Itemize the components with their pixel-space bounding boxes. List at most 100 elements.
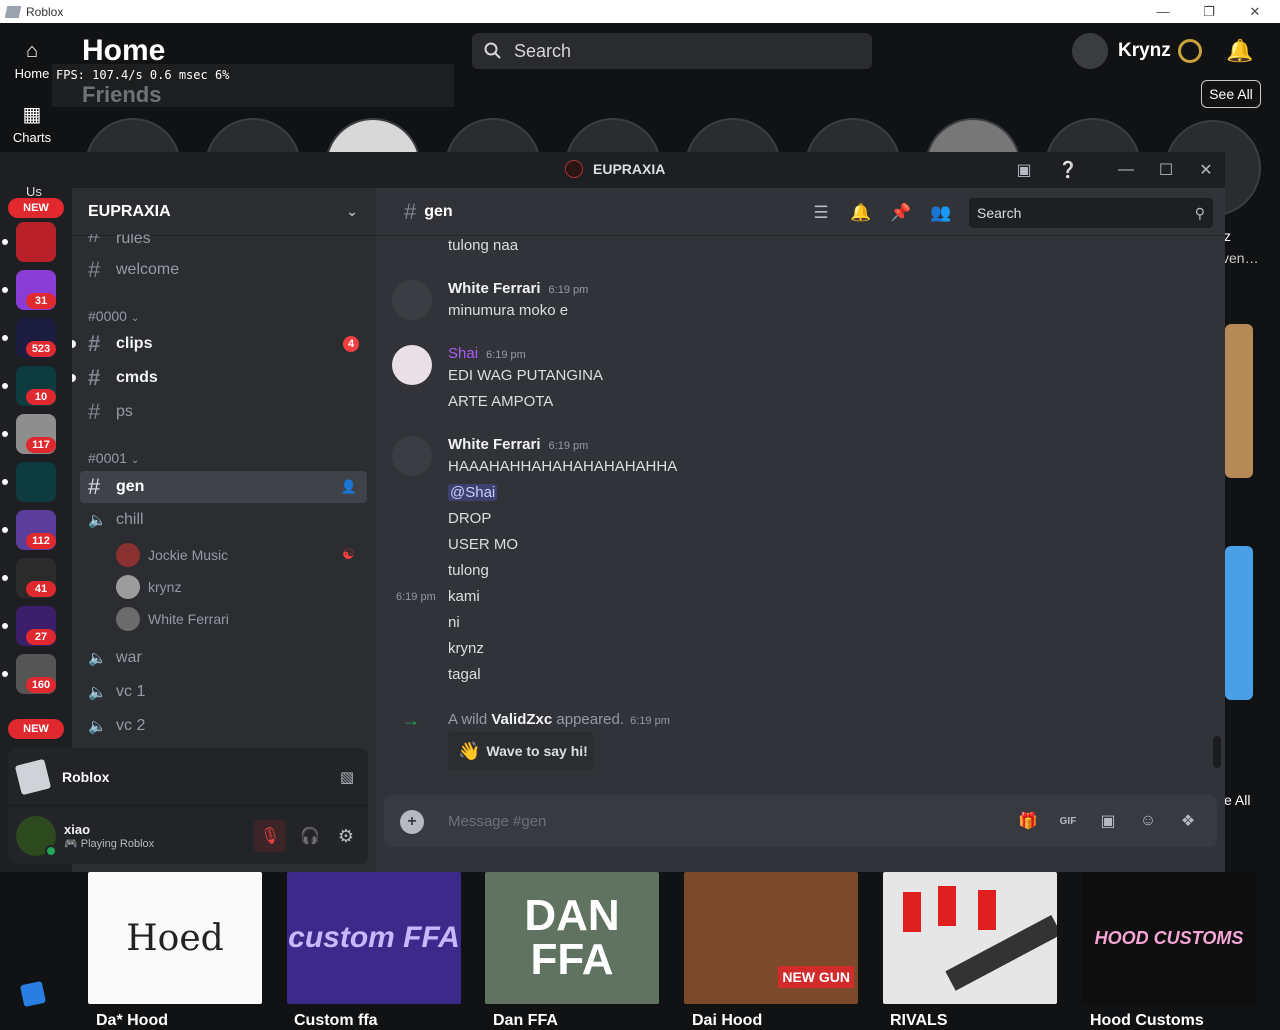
mute-mic-button[interactable]: 🎙 bbox=[254, 820, 286, 852]
server-icon[interactable] bbox=[16, 222, 56, 262]
message-timestamp: 6:19 pm bbox=[486, 349, 526, 361]
avatar[interactable] bbox=[392, 436, 432, 476]
category-0001[interactable]: #0001 ⌄ bbox=[88, 450, 139, 466]
discord-minimize-button[interactable]: — bbox=[1112, 158, 1140, 182]
roblox-logo-icon[interactable] bbox=[19, 980, 47, 1008]
apps-icon[interactable]: ❖ bbox=[1176, 810, 1200, 832]
wave-to-say-hi-button[interactable]: 👋 Wave to say hi! bbox=[448, 732, 594, 770]
message-author[interactable]: Shai bbox=[448, 345, 478, 362]
hash-icon: # bbox=[88, 474, 101, 499]
user-profile[interactable]: Krynz bbox=[1072, 33, 1171, 69]
join-message: A wild ValidZxc appeared. 6:19 pm bbox=[448, 711, 670, 728]
notifications-bell-icon[interactable]: 🔔 bbox=[1226, 38, 1253, 64]
online-status-icon bbox=[45, 845, 57, 857]
voice-channel-chill[interactable]: 🔈 chill bbox=[80, 504, 367, 536]
message-header: White Ferrari 6:19 pm bbox=[448, 280, 588, 297]
chat-scrollbar[interactable] bbox=[1213, 736, 1221, 768]
avatar[interactable] bbox=[1072, 33, 1108, 69]
robux-icon[interactable] bbox=[1178, 39, 1202, 63]
avatar[interactable] bbox=[392, 280, 432, 320]
close-button[interactable]: ✕ bbox=[1232, 0, 1278, 23]
game-name-3[interactable]: Dan FFA bbox=[493, 1012, 558, 1030]
game-tile-partial[interactable] bbox=[1225, 546, 1253, 700]
game-name-1[interactable]: Da* Hood bbox=[96, 1012, 168, 1030]
voice-user-jockie[interactable]: Jockie Music bbox=[116, 541, 228, 569]
server-header[interactable]: EUPRAXIA ⌄ bbox=[72, 188, 376, 236]
channel-ps[interactable]: # ps bbox=[80, 396, 367, 428]
server-badge: 41 bbox=[26, 581, 56, 597]
create-invite-icon[interactable]: 👤 bbox=[341, 479, 357, 495]
message-input[interactable]: Message #gen bbox=[384, 795, 1217, 847]
see-all-partial[interactable]: e All bbox=[1224, 792, 1250, 808]
channel-clips[interactable]: # clips 4 bbox=[80, 328, 367, 360]
inbox-icon[interactable]: ▣ bbox=[1010, 158, 1038, 182]
member-list-icon[interactable]: 👥 bbox=[930, 202, 952, 224]
channel-gen[interactable]: # gen 👤 bbox=[80, 471, 367, 503]
game-name-2[interactable]: Custom ffa bbox=[294, 1012, 378, 1030]
game-thumb-3[interactable]: DAN FFA bbox=[485, 872, 659, 1004]
category-0000[interactable]: #0000 ⌄ bbox=[88, 308, 139, 324]
notification-bell-icon[interactable]: 🔔 bbox=[850, 202, 872, 224]
join-arrow-icon: → bbox=[402, 710, 420, 730]
channel-welcome[interactable]: # welcome bbox=[80, 254, 367, 286]
chat-search-input[interactable]: Search ⚲ bbox=[969, 198, 1213, 228]
avatar[interactable] bbox=[392, 345, 432, 385]
voice-channel-vc2[interactable]: 🔈 vc 2 bbox=[80, 710, 367, 742]
game-thumb-1[interactable]: Hoed bbox=[88, 872, 262, 1004]
new-badge: NEW bbox=[8, 198, 64, 218]
message-author[interactable]: White Ferrari bbox=[448, 436, 541, 453]
discord-title-text: EUPRAXIA bbox=[593, 161, 666, 177]
add-attachment-button[interactable]: + bbox=[400, 810, 424, 834]
discord-close-button[interactable]: ✕ bbox=[1192, 158, 1220, 182]
voice-user-whiteferrari[interactable]: White Ferrari bbox=[116, 605, 229, 633]
restore-button[interactable]: ❐ bbox=[1186, 0, 1232, 23]
game-thumb-5[interactable] bbox=[883, 872, 1057, 1004]
game-thumb-2[interactable]: custom FFA bbox=[287, 872, 461, 1004]
game-thumb-6[interactable]: HOOD CUSTOMS bbox=[1082, 872, 1256, 1004]
channel-label: welcome bbox=[116, 261, 180, 278]
message-text: tulong naa bbox=[448, 237, 519, 254]
settings-gear-icon[interactable]: ⚙ bbox=[330, 820, 362, 852]
deafened-icon: ☯ bbox=[342, 546, 355, 562]
hash-icon: # bbox=[88, 331, 101, 356]
message-text: ni bbox=[448, 614, 460, 631]
nav-charts[interactable]: ▦ Charts bbox=[0, 104, 64, 145]
unread-dot bbox=[2, 623, 8, 629]
headphones-button[interactable]: 🎧 bbox=[294, 820, 326, 852]
gift-icon[interactable]: 🎁 bbox=[1016, 810, 1040, 832]
activity-row[interactable]: Roblox ▧ bbox=[8, 748, 368, 806]
channel-rules[interactable]: # rules bbox=[80, 234, 367, 248]
message-header: Shai 6:19 pm bbox=[448, 345, 526, 362]
speaker-icon: 🔈 bbox=[88, 650, 107, 667]
avatar[interactable] bbox=[16, 816, 57, 857]
stream-icon[interactable]: ▧ bbox=[340, 768, 354, 786]
emoji-icon[interactable]: ☺ bbox=[1136, 810, 1160, 832]
server-badge: 27 bbox=[26, 629, 56, 645]
join-username[interactable]: ValidZxc bbox=[491, 711, 552, 728]
discord-maximize-button[interactable]: ☐ bbox=[1152, 158, 1180, 182]
channel-cmds[interactable]: # cmds bbox=[80, 362, 367, 394]
user-mention[interactable]: @Shai bbox=[448, 484, 498, 501]
sticker-icon[interactable]: ▣ bbox=[1096, 810, 1120, 832]
minimize-button[interactable]: — bbox=[1140, 0, 1186, 23]
voice-user-krynz[interactable]: krynz bbox=[116, 573, 181, 601]
help-icon[interactable]: ❔ bbox=[1054, 158, 1082, 182]
server-icon[interactable] bbox=[16, 462, 56, 502]
game-thumb-4[interactable]: NEW GUN bbox=[684, 872, 858, 1004]
roblox-search-input[interactable]: Search bbox=[472, 33, 872, 69]
friends-see-all-button[interactable]: See All bbox=[1201, 80, 1261, 108]
voice-channel-vc1[interactable]: 🔈 vc 1 bbox=[80, 676, 367, 708]
unread-dot bbox=[2, 479, 8, 485]
game-name-4[interactable]: Dai Hood bbox=[692, 1012, 762, 1030]
game-name-6[interactable]: Hood Customs bbox=[1090, 1012, 1204, 1030]
game-name-5[interactable]: RIVALS bbox=[890, 1012, 947, 1030]
message-author[interactable]: White Ferrari bbox=[448, 280, 541, 297]
fps-overlay-text: FPS: 107.4/s 0.6 msec 6% bbox=[56, 68, 230, 82]
threads-icon[interactable]: ☰ bbox=[810, 202, 832, 224]
game-tile-partial[interactable] bbox=[1225, 324, 1253, 478]
voice-channel-war[interactable]: 🔈 war bbox=[80, 642, 367, 674]
gif-icon[interactable]: GIF bbox=[1056, 810, 1080, 832]
pin-icon[interactable]: 📌 bbox=[890, 202, 912, 224]
chevron-down-icon: ⌄ bbox=[130, 455, 140, 466]
message-timestamp: 6:19 pm bbox=[548, 284, 589, 296]
